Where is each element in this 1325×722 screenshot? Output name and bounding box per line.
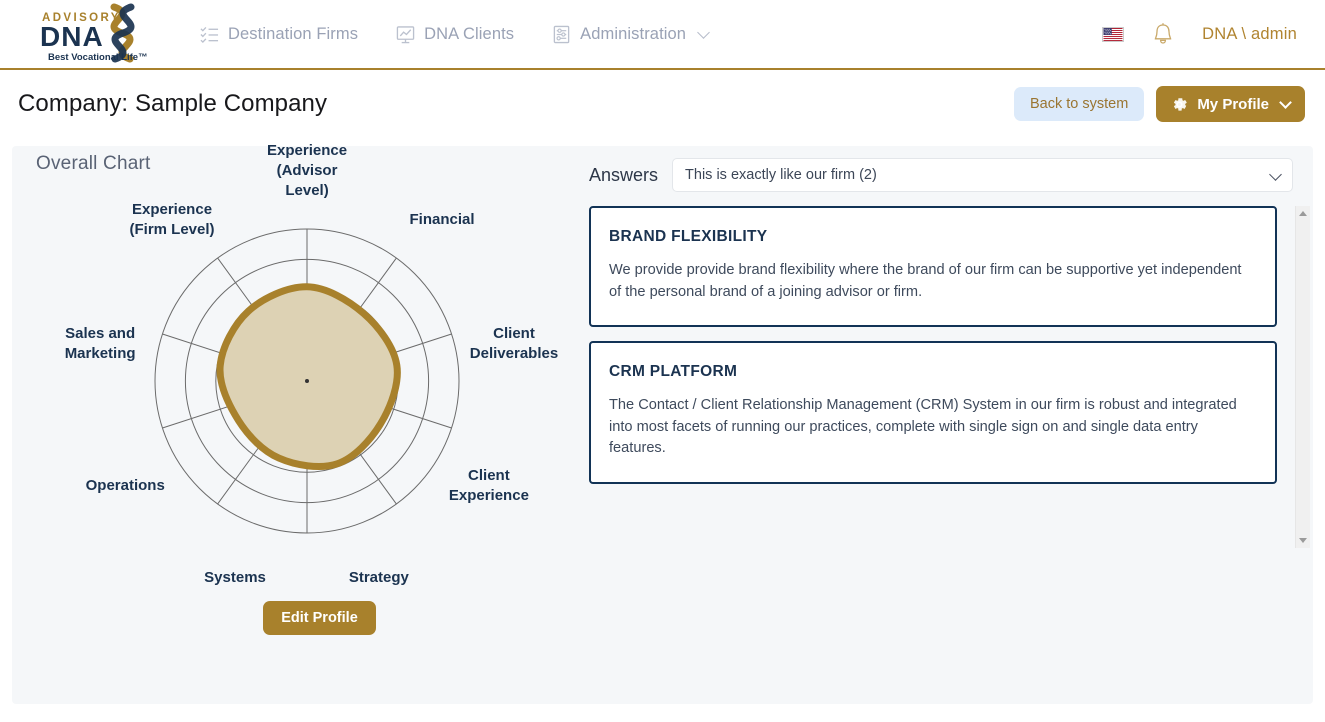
- radar-axis-label: Client Experience: [448, 466, 529, 504]
- nav-item-dna-clients-label: DNA Clients: [424, 24, 515, 43]
- answer-card-body: The Contact / Client Relationship Manage…: [609, 397, 1237, 457]
- back-to-system-button[interactable]: Back to system: [1014, 87, 1145, 121]
- answers-select-value: This is exactly like our firm (2): [685, 167, 877, 183]
- answers-label: Answers: [589, 164, 659, 185]
- primary-nav-links: Destination Firms DNA Clients Administra…: [200, 24, 710, 44]
- bell-icon[interactable]: [1152, 22, 1174, 46]
- scroll-down-arrow-icon[interactable]: [1299, 538, 1307, 543]
- nav-item-administration[interactable]: Administration: [552, 24, 710, 44]
- brand-logo[interactable]: ADVISORY DNA Best Vocational Life™: [18, 3, 168, 65]
- edit-profile-row: Edit Profile: [12, 601, 627, 635]
- gear-icon: [1174, 97, 1188, 111]
- page-header: Company: Sample Company Back to system M…: [0, 70, 1325, 138]
- chevron-down-icon: [1269, 168, 1282, 181]
- page-header-actions: Back to system My Profile: [1014, 86, 1305, 122]
- answers-header: Answers This is exactly like our firm (2…: [589, 158, 1293, 192]
- us-flag-icon[interactable]: [1102, 26, 1125, 42]
- my-profile-button-label: My Profile: [1197, 95, 1269, 113]
- radar-axis-label: Systems: [204, 569, 266, 587]
- answer-card[interactable]: BRAND FLEXIBILITY We provide provide bran…: [589, 206, 1277, 328]
- radar-series-area: [216, 283, 401, 470]
- radar-axis-label: Experience (Advisor Level): [267, 141, 348, 200]
- answer-card-body: We provide provide brand flexibility whe…: [609, 262, 1242, 300]
- radar-axis-label: Client Deliverables: [469, 325, 559, 363]
- svg-text:Best Vocational Life™: Best Vocational Life™: [48, 52, 148, 63]
- svg-text:DNA: DNA: [40, 21, 104, 52]
- user-account-label[interactable]: DNA \ admin: [1202, 25, 1297, 44]
- advisory-dna-logo-icon: ADVISORY DNA Best Vocational Life™: [40, 3, 148, 63]
- nav-item-dna-clients[interactable]: DNA Clients: [396, 25, 514, 44]
- chevron-down-icon: [1279, 95, 1292, 109]
- answers-select[interactable]: This is exactly like our firm (2): [672, 158, 1293, 192]
- my-profile-button[interactable]: My Profile: [1156, 86, 1305, 122]
- answer-card[interactable]: CRM PLATFORM The Contact / Client Relatio…: [589, 341, 1277, 484]
- answer-card-title: BRAND FLEXIBILITY: [609, 228, 768, 245]
- radar-chart-svg: [154, 228, 460, 534]
- radar-chart: Experience (Advisor Level) Financial Clien…: [12, 142, 577, 616]
- answer-card-title: CRM PLATFORM: [609, 363, 738, 381]
- page-title: Company: Sample Company: [18, 90, 328, 117]
- overall-chart-card: Overall Chart Experience (Advisor Level)…: [12, 142, 1313, 704]
- nav-item-administration-label: Administration: [580, 24, 687, 43]
- nav-right-actions: DNA \ admin: [1102, 22, 1307, 46]
- checklist-icon: [200, 26, 219, 43]
- edit-profile-button[interactable]: Edit Profile: [263, 601, 376, 635]
- radar-axis-label: Financial: [409, 211, 475, 229]
- radar-axis-label: Operations: [85, 477, 165, 494]
- radar-center-dot: [305, 379, 309, 383]
- scroll-up-arrow-icon[interactable]: [1299, 211, 1307, 216]
- chevron-down-icon: [697, 25, 710, 39]
- answers-scrollbar[interactable]: [1295, 206, 1310, 548]
- radar-axis-label: Strategy: [348, 569, 409, 587]
- answers-pane: Answers This is exactly like our firm (2…: [577, 146, 1313, 704]
- top-navigation-bar: ADVISORY DNA Best Vocational Life™ Desti…: [0, 0, 1325, 70]
- settings-list-icon: [553, 25, 570, 43]
- radar-axis-label: Experience (Firm Level): [129, 200, 215, 238]
- nav-item-destination-firms-label: Destination Firms: [228, 24, 359, 43]
- chart-pane: Overall Chart Experience (Advisor Level)…: [12, 142, 577, 704]
- radar-axis-label: Sales and Marketing: [64, 325, 136, 363]
- answers-list[interactable]: BRAND FLEXIBILITY We provide provide bran…: [589, 206, 1293, 550]
- chart-board-icon: [396, 25, 415, 43]
- nav-item-destination-firms[interactable]: Destination Firms: [200, 25, 358, 44]
